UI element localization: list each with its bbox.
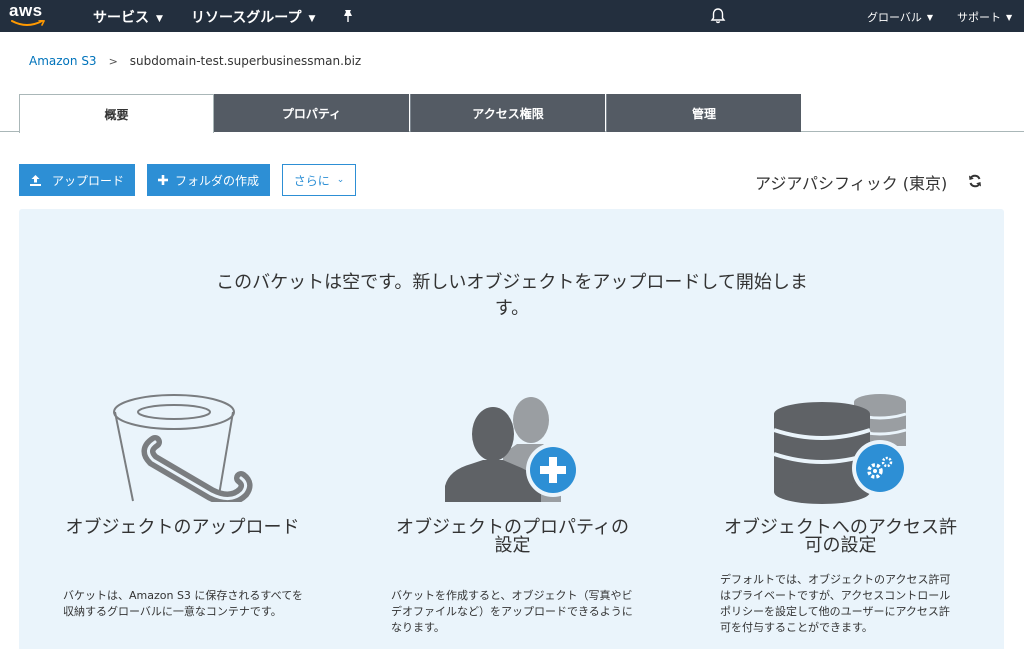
card-properties-title: オブジェクトのプロパティの設定 [396, 517, 629, 556]
database-settings-icon [773, 394, 908, 504]
bucket-region-label: アジアパシフィック (東京) [755, 174, 948, 193]
pin-icon[interactable] [340, 8, 356, 24]
support-menu-label: サポート [957, 11, 1001, 24]
tab-properties[interactable]: プロパティ [214, 94, 409, 132]
top-navigation-bar: aws サービス ▼ リソースグループ ▼ グローバル ▼ サポート ▼ [0, 0, 1024, 32]
tab-permissions[interactable]: アクセス権限 [410, 94, 605, 132]
more-actions-label: さらに [293, 173, 330, 188]
card-permissions-title: オブジェクトへのアクセス許可の設定 [723, 517, 958, 556]
breadcrumb-bucket-name: subdomain-test.superbusinessman.biz [129, 54, 362, 68]
create-folder-button[interactable]: フォルダの作成 [147, 164, 270, 196]
tab-overview[interactable]: 概要 [19, 94, 214, 133]
services-menu-label: サービス [93, 10, 149, 26]
global-region-menu-label: グローバル [867, 11, 922, 24]
global-region-menu[interactable]: グローバル ▼ [867, 9, 933, 25]
empty-bucket-message: このバケットは空です。新しいオブジェクトをアップロードして開始します。 [216, 272, 808, 319]
card-permissions-description: デフォルトでは、オブジェクトのアクセス許可はプライベートですが、アクセスコントロ… [720, 573, 951, 634]
tab-management[interactable]: 管理 [606, 94, 801, 132]
create-folder-button-label: フォルダの作成 [175, 173, 260, 188]
services-menu[interactable]: サービス ▼ [93, 7, 163, 27]
resource-groups-menu-label: リソースグループ [191, 10, 302, 26]
chevron-right-icon: > [108, 55, 118, 68]
aws-logo[interactable]: aws [9, 1, 49, 29]
upload-button[interactable]: アップロード [19, 164, 135, 196]
card-upload-title: オブジェクトのアップロード [65, 517, 300, 538]
chevron-down-icon: ▼ [156, 14, 163, 24]
plus-icon [157, 174, 169, 186]
more-actions-dropdown[interactable]: さらに ⌄ [282, 164, 356, 196]
chevron-down-icon: ▼ [1006, 13, 1013, 22]
chevron-down-icon: ▼ [926, 13, 934, 22]
support-menu[interactable]: サポート ▼ [957, 9, 1012, 25]
aws-logo-text: aws [9, 1, 43, 20]
bell-icon[interactable] [709, 7, 727, 25]
chevron-down-icon: ⌄ [336, 175, 345, 185]
resource-groups-menu[interactable]: リソースグループ ▼ [191, 7, 315, 27]
refresh-icon[interactable] [968, 174, 982, 188]
upload-icon [29, 174, 42, 187]
users-add-icon [445, 397, 580, 502]
card-upload-description: バケットは、Amazon S3 に保存されるすべてを収納するグローバルに一意なコ… [63, 589, 303, 618]
bucket-icon [113, 394, 253, 502]
card-properties-description: バケットを作成すると、オブジェクト（写真やビデオファイルなど）をアップロードでき… [391, 589, 633, 634]
upload-button-label: アップロード [52, 173, 125, 188]
breadcrumb-amazon-s3[interactable]: Amazon S3 [29, 54, 97, 68]
breadcrumb: Amazon S3 > subdomain-test.superbusinessma… [29, 54, 361, 68]
chevron-down-icon: ▼ [308, 14, 316, 24]
aws-smile-icon [11, 20, 45, 26]
